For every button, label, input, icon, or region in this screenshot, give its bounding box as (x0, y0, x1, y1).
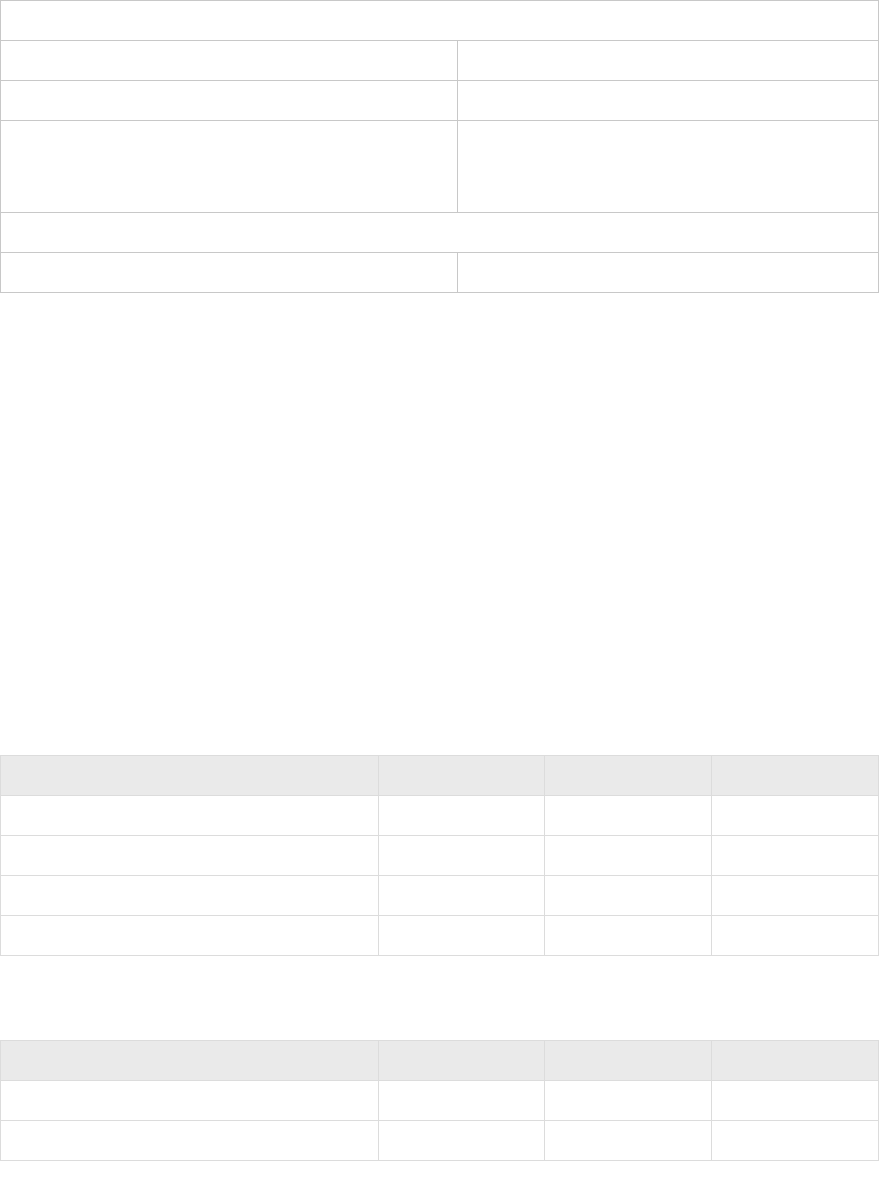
table-header (1, 756, 379, 796)
table-row (1, 916, 879, 956)
table-row (1, 876, 879, 916)
table-header (1, 1041, 379, 1081)
data-table-2 (0, 1040, 879, 1161)
table-cell (545, 876, 712, 916)
table-cell (1, 1121, 379, 1161)
table-cell (457, 81, 878, 121)
table-cell (378, 796, 545, 836)
table-cell (545, 916, 712, 956)
table-header (545, 1041, 712, 1081)
table-cell (378, 1081, 545, 1121)
table-row (1, 121, 879, 213)
spacer (0, 956, 879, 1040)
table-row (1, 253, 879, 293)
table-cell (712, 1081, 879, 1121)
table-row (1, 1, 879, 41)
table-cell (457, 41, 878, 81)
table-cell (712, 1121, 879, 1161)
table-cell (378, 876, 545, 916)
table-header (378, 1041, 545, 1081)
table-cell (545, 1081, 712, 1121)
table-header (712, 756, 879, 796)
table-row (1, 1121, 879, 1161)
table-row (1, 796, 879, 836)
table-cell (1, 1081, 379, 1121)
table-cell (378, 1121, 545, 1161)
table-cell (378, 836, 545, 876)
table-cell (378, 916, 545, 956)
table-row (1, 1081, 879, 1121)
table-row (1, 81, 879, 121)
table-cell (712, 836, 879, 876)
table-cell (1, 253, 458, 293)
table-cell (1, 81, 458, 121)
table-cell (457, 121, 878, 213)
table-row (1, 213, 879, 253)
table-cell (1, 876, 379, 916)
table-cell (1, 796, 379, 836)
table-header (545, 756, 712, 796)
table-cell (457, 253, 878, 293)
table-cell (1, 916, 379, 956)
table-header-row (1, 1041, 879, 1081)
table-cell (545, 796, 712, 836)
table-header (712, 1041, 879, 1081)
table-cell (1, 41, 458, 81)
table-cell (1, 121, 458, 213)
table-header (378, 756, 545, 796)
table-cell (545, 836, 712, 876)
data-table-1 (0, 755, 879, 956)
table-cell (1, 1, 879, 41)
table-cell (712, 916, 879, 956)
table-row (1, 41, 879, 81)
table-cell (1, 836, 379, 876)
table-cell (545, 1121, 712, 1161)
spacer (0, 293, 879, 755)
table-cell (712, 796, 879, 836)
table-header-row (1, 756, 879, 796)
table-cell (1, 213, 879, 253)
table-row (1, 836, 879, 876)
top-info-table (0, 0, 879, 293)
table-cell (712, 876, 879, 916)
